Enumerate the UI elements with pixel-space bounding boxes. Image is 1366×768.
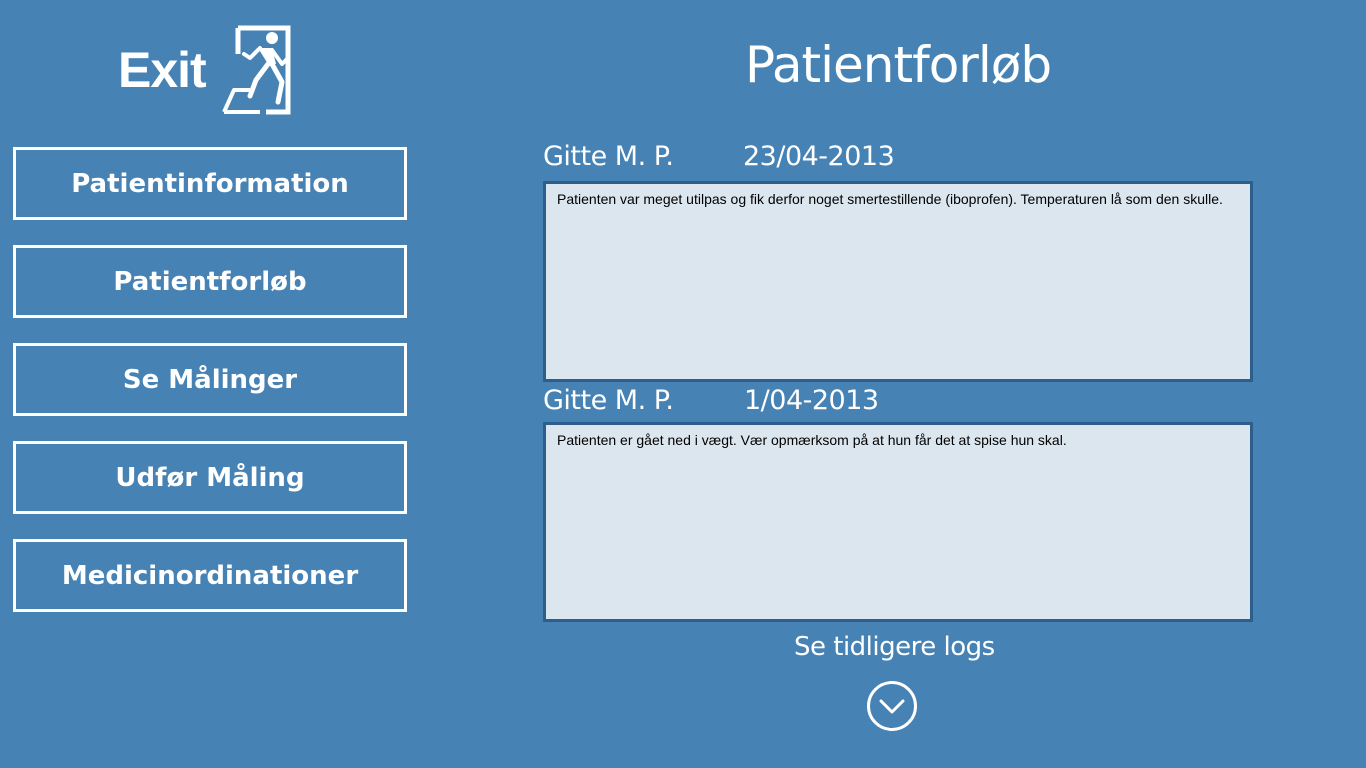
log-entry-body: Patienten er gået ned i vægt. Vær opmærk…: [557, 432, 1067, 448]
log-entry-text[interactable]: Patienten er gået ned i vægt. Vær opmærk…: [543, 422, 1253, 622]
nav-button-patientinformation[interactable]: Patientinformation: [13, 147, 407, 220]
exit-button[interactable]: Exit: [118, 24, 302, 116]
log-author: Gitte M. P.: [543, 141, 674, 172]
log-entry-body: Patienten var meget utilpas og fik derfo…: [557, 191, 1223, 207]
nav-button-medicinordinationer[interactable]: Medicinordinationer: [13, 539, 407, 612]
exit-label: Exit: [118, 42, 207, 98]
see-earlier-logs-link[interactable]: Se tidligere logs: [794, 634, 995, 660]
log-entry-text[interactable]: Patienten var meget utilpas og fik derfo…: [543, 181, 1253, 382]
log-date: 1/04-2013: [744, 385, 879, 416]
nav-button-patientforloeb[interactable]: Patientforløb: [13, 245, 407, 318]
chevron-down-circle-icon: [867, 681, 917, 731]
expand-logs-button[interactable]: [866, 680, 918, 732]
app-window: Exit Patientinformation Patientforløb Se…: [0, 0, 1366, 768]
nav-button-udfoer-maaling[interactable]: Udfør Måling: [13, 441, 407, 514]
page-title: Patientforløb: [745, 36, 1052, 94]
log-author: Gitte M. P.: [543, 385, 674, 416]
nav-button-se-maalinger[interactable]: Se Målinger: [13, 343, 407, 416]
emergency-exit-icon: [221, 25, 291, 115]
log-date: 23/04-2013: [743, 141, 895, 172]
